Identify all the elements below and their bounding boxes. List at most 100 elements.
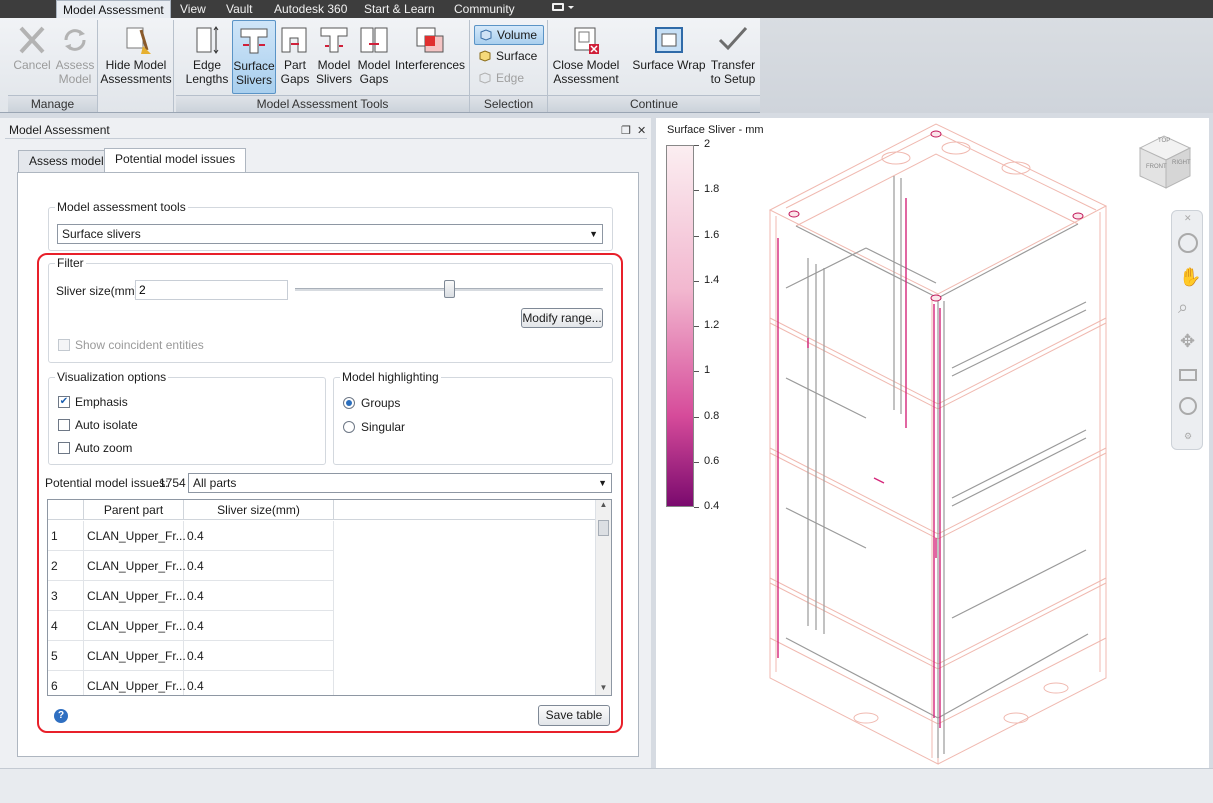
refresh-icon <box>64 29 86 51</box>
row-number-header <box>48 500 84 520</box>
slider-thumb[interactable] <box>444 280 455 298</box>
row-number: 2 <box>48 551 84 581</box>
parts-filter-select[interactable]: All parts ▼ <box>188 473 612 493</box>
viz-group-label: Visualization options <box>55 370 169 384</box>
column-header-parent-part[interactable]: Parent part <box>84 500 184 520</box>
close-model-assessment-button[interactable]: Close Model Assessment <box>550 20 622 94</box>
parent-part-cell: CLAN_Upper_Fr... <box>84 641 186 671</box>
singular-radio[interactable] <box>343 421 355 433</box>
legend-title: Surface Sliver - mm <box>667 124 764 136</box>
tab-start-learn[interactable]: Start & Learn <box>358 0 441 18</box>
orbit-icon[interactable]: ✥ <box>1180 331 1195 352</box>
ribbon-tab-bar: Model Assessment View Vault Autodesk 360… <box>0 0 1213 18</box>
group-manage: Cancel Assess Model Manage <box>8 20 98 112</box>
zoom-icon[interactable]: ⌕ <box>1178 297 1188 318</box>
auto-zoom-checkbox[interactable] <box>58 442 70 454</box>
table-row[interactable]: 1 CLAN_Upper_Fr... 0.4 <box>48 521 334 551</box>
look-at-icon[interactable] <box>1179 369 1197 381</box>
close-assessment-icon <box>574 27 599 54</box>
pan-icon[interactable]: ✋ <box>1179 267 1201 288</box>
view-cube-top: TOP <box>1158 138 1171 144</box>
column-header-empty <box>334 500 597 520</box>
view-cube[interactable]: TOP FRONT RIGHT <box>1134 130 1196 192</box>
model-slivers-button[interactable]: Model Slivers <box>314 20 354 94</box>
sliver-size-cell: 0.4 <box>184 551 334 581</box>
assess-model-button[interactable]: Assess Model <box>54 20 96 94</box>
sliver-size-input[interactable] <box>135 280 288 300</box>
panel-switch-icon[interactable] <box>544 0 582 18</box>
close-icon[interactable]: ✕ <box>637 122 646 140</box>
part-gaps-button[interactable]: Part Gaps <box>276 20 314 94</box>
legend-color-bar <box>666 145 694 507</box>
surface-slivers-button[interactable]: Surface Slivers <box>232 20 276 94</box>
column-header-sliver-size[interactable]: Sliver size(mm) <box>184 500 334 520</box>
table-row[interactable]: 4 CLAN_Upper_Fr... 0.4 <box>48 611 334 641</box>
surface-wrap-icon <box>655 27 683 53</box>
restore-icon[interactable]: ❐ <box>621 122 631 140</box>
cancel-button[interactable]: Cancel <box>10 20 54 94</box>
ribbon: Cancel Assess Model Manage Hide Model As… <box>0 18 1213 113</box>
volume-select-button[interactable]: Volume <box>474 25 544 45</box>
table-row[interactable]: 2 CLAN_Upper_Fr... 0.4 <box>48 551 334 581</box>
graphics-viewport[interactable]: Surface Sliver - mm 2 1.8 1.6 1.4 1.2 1 0.8 0.6… <box>656 118 1209 768</box>
group-label-manage: Manage <box>8 95 97 112</box>
group-selection: Volume Surface Edge Selection <box>470 20 548 112</box>
tab-potential-model-issues[interactable]: Potential model issues <box>104 148 247 173</box>
highlight-group-label: Model highlighting <box>340 370 441 384</box>
tab-model-assessment[interactable]: Model Assessment <box>56 0 171 18</box>
surface-wrap-button[interactable]: Surface Wrap <box>632 20 706 94</box>
scroll-up-icon[interactable]: ▲ <box>596 500 611 512</box>
sliver-size-cell: 0.4 <box>184 611 334 641</box>
scroll-thumb[interactable] <box>598 520 609 536</box>
interferences-button[interactable]: Interferences <box>394 20 466 94</box>
edge-select-button[interactable]: Edge <box>474 69 544 89</box>
sliver-size-slider[interactable] <box>295 280 603 298</box>
table-row[interactable]: 6 CLAN_Upper_Fr... 0.4 <box>48 671 334 695</box>
tab-view[interactable]: View <box>174 0 212 18</box>
issues-table: Parent part Sliver size(mm) 1 CLAN_Upper_… <box>47 499 612 696</box>
cabinet-model[interactable] <box>756 118 1213 768</box>
help-icon[interactable]: ? <box>54 709 68 723</box>
row-number: 6 <box>48 671 84 695</box>
tab-community[interactable]: Community <box>448 0 521 18</box>
row-number: 1 <box>48 521 84 551</box>
edge-lengths-button[interactable]: Edge Lengths <box>182 20 232 94</box>
emphasis-label: Emphasis <box>75 395 128 409</box>
tab-autodesk-360[interactable]: Autodesk 360 <box>268 0 353 18</box>
scroll-down-icon[interactable]: ▼ <box>596 683 611 695</box>
edge-icon <box>479 72 491 84</box>
save-table-button[interactable]: Save table <box>538 705 610 726</box>
surface-select-button[interactable]: Surface <box>474 47 544 67</box>
nav-options-icon[interactable]: ⚙ <box>1184 431 1192 442</box>
show-motion-icon[interactable] <box>1179 397 1197 415</box>
group-label-continue: Continue <box>548 95 760 112</box>
show-coincident-checkbox[interactable] <box>58 339 70 351</box>
tool-select[interactable]: Surface slivers ▼ <box>57 224 603 244</box>
auto-isolate-checkbox[interactable] <box>58 419 70 431</box>
legend-tick-mark <box>694 371 699 373</box>
transfer-to-setup-button[interactable]: Transfer to Setup <box>708 20 758 94</box>
legend-tick-label: 0.6 <box>704 454 720 467</box>
table-row[interactable]: 5 CLAN_Upper_Fr... 0.4 <box>48 641 334 671</box>
legend-tick-label: 2 <box>704 138 711 150</box>
nav-close-icon[interactable]: ✕ <box>1184 213 1192 224</box>
legend-tick-mark <box>694 326 699 327</box>
hide-model-assessments-button[interactable]: Hide Model Assessments <box>100 20 172 94</box>
steering-wheel-icon[interactable] <box>1178 233 1198 253</box>
tab-assess-model[interactable]: Assess model <box>18 150 115 172</box>
model-gaps-button[interactable]: Model Gaps <box>354 20 394 94</box>
table-scrollbar[interactable]: ▲ ▼ <box>595 500 611 695</box>
group-label-selection: Selection <box>470 95 547 112</box>
emphasis-checkbox[interactable]: ✔ <box>58 396 70 408</box>
group-continue: Close Model Assessment Surface Wrap Tran… <box>548 20 760 112</box>
legend-tick-mark <box>694 416 699 418</box>
tab-vault[interactable]: Vault <box>220 0 258 18</box>
modify-range-button[interactable]: Modify range... <box>521 308 603 328</box>
groups-radio[interactable] <box>343 397 355 409</box>
table-row[interactable]: 3 CLAN_Upper_Fr... 0.4 <box>48 581 334 611</box>
issues-count: 1754 <box>159 476 186 490</box>
row-number: 4 <box>48 611 84 641</box>
navigation-bar: ✕ ✋ ⌕ ✥ ⚙ <box>1171 210 1203 450</box>
parent-part-cell: CLAN_Upper_Fr... <box>84 581 186 611</box>
panel-title-bar: Model Assessment ❐ ✕ <box>5 121 647 139</box>
